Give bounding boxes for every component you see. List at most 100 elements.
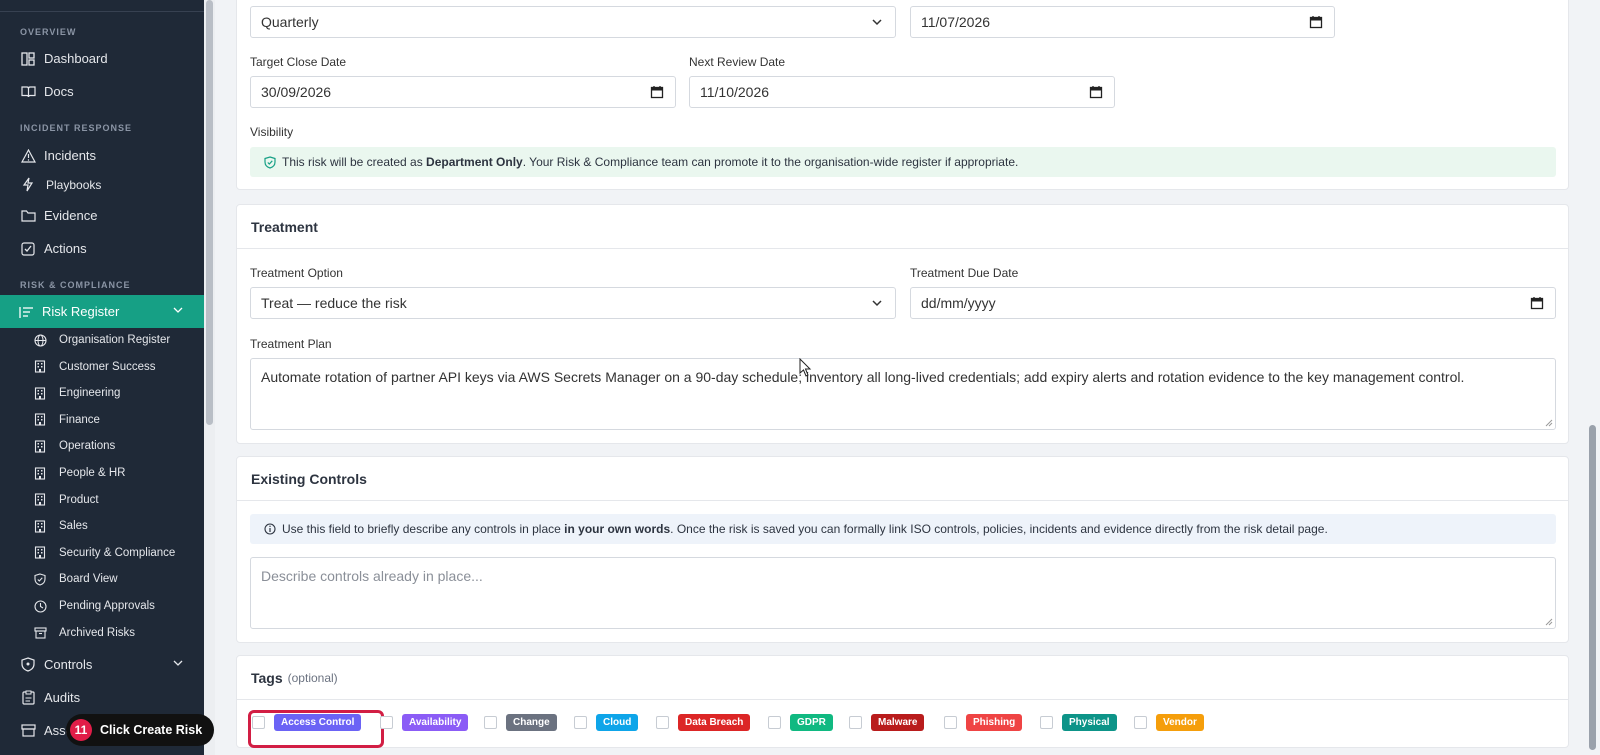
shield-icon: [33, 572, 47, 586]
next-review-date-input[interactable]: 11/10/2026: [689, 76, 1115, 108]
tag-option[interactable]: Phishing: [944, 714, 1023, 731]
visibility-text-bold: Department Only: [426, 155, 523, 169]
tag-option[interactable]: Malware: [849, 714, 925, 731]
sidebar-item-label: Incidents: [44, 148, 97, 163]
tag-checkbox[interactable]: [380, 716, 393, 729]
treatment-option-value: Treat — reduce the risk: [261, 295, 407, 311]
sidebar-subitem[interactable]: Pending Approvals: [0, 593, 204, 619]
sidebar-subitem[interactable]: Operations: [0, 433, 204, 459]
mouse-cursor-icon: [799, 358, 813, 378]
calendar-icon[interactable]: [1530, 296, 1544, 310]
tag-label[interactable]: Phishing: [966, 714, 1023, 731]
tag-checkbox[interactable]: [1134, 716, 1147, 729]
calendar-icon[interactable]: [1309, 15, 1323, 29]
sidebar-item-dashboard[interactable]: Dashboard: [0, 42, 204, 75]
tag-checkbox[interactable]: [656, 716, 669, 729]
sidebar-subitem[interactable]: Archived Risks: [0, 620, 204, 646]
tag-checkbox[interactable]: [484, 716, 497, 729]
calendar-icon[interactable]: [650, 85, 664, 99]
building-icon: [33, 386, 47, 400]
chevron-down-icon: [172, 304, 184, 316]
scrollbar-thumb[interactable]: [1589, 425, 1596, 750]
tag-label[interactable]: Physical: [1062, 714, 1117, 731]
sidebar-item-risk-register[interactable]: Risk Register: [0, 295, 204, 328]
sidebar-subitem[interactable]: Board View: [0, 566, 204, 592]
tag-option[interactable]: Cloud: [574, 714, 639, 731]
scrollbar-thumb[interactable]: [206, 0, 213, 425]
tag-option[interactable]: GDPR: [768, 714, 833, 731]
identified-date-input[interactable]: 11/07/2026: [910, 6, 1335, 38]
sidebar-subitem[interactable]: Sales: [0, 513, 204, 539]
folder-icon: [20, 208, 36, 224]
existing-controls-textarea[interactable]: Describe controls already in place...: [250, 557, 1556, 629]
tag-option[interactable]: Data Breach: [656, 714, 751, 731]
sidebar-subitem[interactable]: Engineering: [0, 380, 204, 406]
tag-checkbox[interactable]: [768, 716, 781, 729]
review-frequency-select[interactable]: Quarterly: [250, 6, 896, 38]
tag-label[interactable]: Cloud: [596, 714, 639, 731]
tag-label[interactable]: Data Breach: [678, 714, 751, 731]
section-incident-response: INCIDENT RESPONSE: [20, 123, 133, 133]
existing-controls-info-pre: Use this field to briefly describe any c…: [282, 522, 565, 536]
sidebar-subitem-label: Archived Risks: [59, 626, 136, 639]
sidebar-subitem-label: Finance: [59, 413, 100, 426]
sidebar-item-playbooks[interactable]: Playbooks: [0, 168, 204, 201]
sidebar-subitem[interactable]: People & HR: [0, 460, 204, 486]
treatment-option-select[interactable]: Treat — reduce the risk: [250, 287, 896, 319]
section-risk-compliance: RISK & COMPLIANCE: [20, 280, 131, 290]
sidebar-subitem[interactable]: Product: [0, 487, 204, 513]
tag-option[interactable]: Access Control: [248, 710, 384, 748]
tag-option[interactable]: Change: [484, 714, 557, 731]
identified-date-value: 11/07/2026: [921, 14, 991, 30]
sidebar-item-label: Evidence: [44, 208, 98, 223]
target-close-date-input[interactable]: 30/09/2026: [250, 76, 676, 108]
tag-option[interactable]: Vendor: [1134, 714, 1204, 731]
sidebar-item-label: Playbooks: [46, 177, 102, 192]
tag-label[interactable]: Availability: [402, 714, 469, 731]
existing-controls-card: Existing Controls Use this field to brie…: [236, 456, 1569, 643]
treatment-title: Treatment: [237, 205, 1568, 249]
list-icon: [18, 304, 34, 320]
treatment-due-value: dd/mm/yyyy: [921, 295, 996, 311]
sidebar-item-evidence[interactable]: Evidence: [0, 199, 204, 232]
tag-label[interactable]: Malware: [871, 714, 925, 731]
sidebar-subitem[interactable]: Finance: [0, 407, 204, 433]
tag-option[interactable]: Availability: [380, 714, 469, 731]
tag-checkbox[interactable]: [1040, 716, 1053, 729]
tag-label[interactable]: Change: [506, 714, 557, 731]
tag-label[interactable]: Vendor: [1156, 714, 1204, 731]
building-icon: [33, 360, 47, 374]
tag-label[interactable]: GDPR: [790, 714, 833, 731]
sidebar-subitem-label: Product: [59, 493, 99, 506]
section-overview: OVERVIEW: [20, 27, 77, 37]
treatment-option-label: Treatment Option: [250, 266, 343, 280]
sidebar-item-actions[interactable]: Actions: [0, 232, 204, 265]
toast-text-bold: Create Risk: [133, 723, 203, 737]
sidebar-item-controls[interactable]: Controls: [0, 648, 204, 681]
sidebar-subitem[interactable]: Organisation Register: [0, 327, 204, 353]
resize-handle-icon[interactable]: [1545, 618, 1553, 626]
tag-checkbox[interactable]: [849, 716, 862, 729]
tag-checkbox[interactable]: [944, 716, 957, 729]
treatment-plan-textarea[interactable]: Automate rotation of partner API keys vi…: [250, 358, 1556, 430]
sidebar-item-docs[interactable]: Docs: [0, 75, 204, 108]
archive-icon: [33, 626, 47, 640]
sidebar-scrollbar[interactable]: [204, 0, 215, 755]
tag-option[interactable]: Physical: [1040, 714, 1117, 731]
sidebar-item-label: Dashboard: [44, 51, 108, 66]
treatment-due-date-input[interactable]: dd/mm/yyyy: [910, 287, 1556, 319]
box-icon: [20, 723, 36, 739]
tags-card: Tags (optional) Access Control Availabili…: [236, 655, 1569, 748]
sidebar-subitem[interactable]: Security & Compliance: [0, 540, 204, 566]
sidebar-item-label: Risk Register: [42, 304, 120, 319]
page-scrollbar[interactable]: [1585, 0, 1600, 755]
review-frequency-value: Quarterly: [261, 14, 319, 30]
treatment-plan-value: Automate rotation of partner API keys vi…: [261, 369, 1465, 385]
sidebar: OVERVIEW Dashboard Docs INCIDENT RESPONS…: [0, 0, 204, 755]
resize-handle-icon[interactable]: [1545, 419, 1553, 427]
sidebar-item-audits[interactable]: Audits: [0, 681, 204, 714]
sidebar-subitem[interactable]: Customer Success: [0, 354, 204, 380]
building-icon: [33, 466, 47, 480]
calendar-icon[interactable]: [1089, 85, 1103, 99]
tag-checkbox[interactable]: [574, 716, 587, 729]
